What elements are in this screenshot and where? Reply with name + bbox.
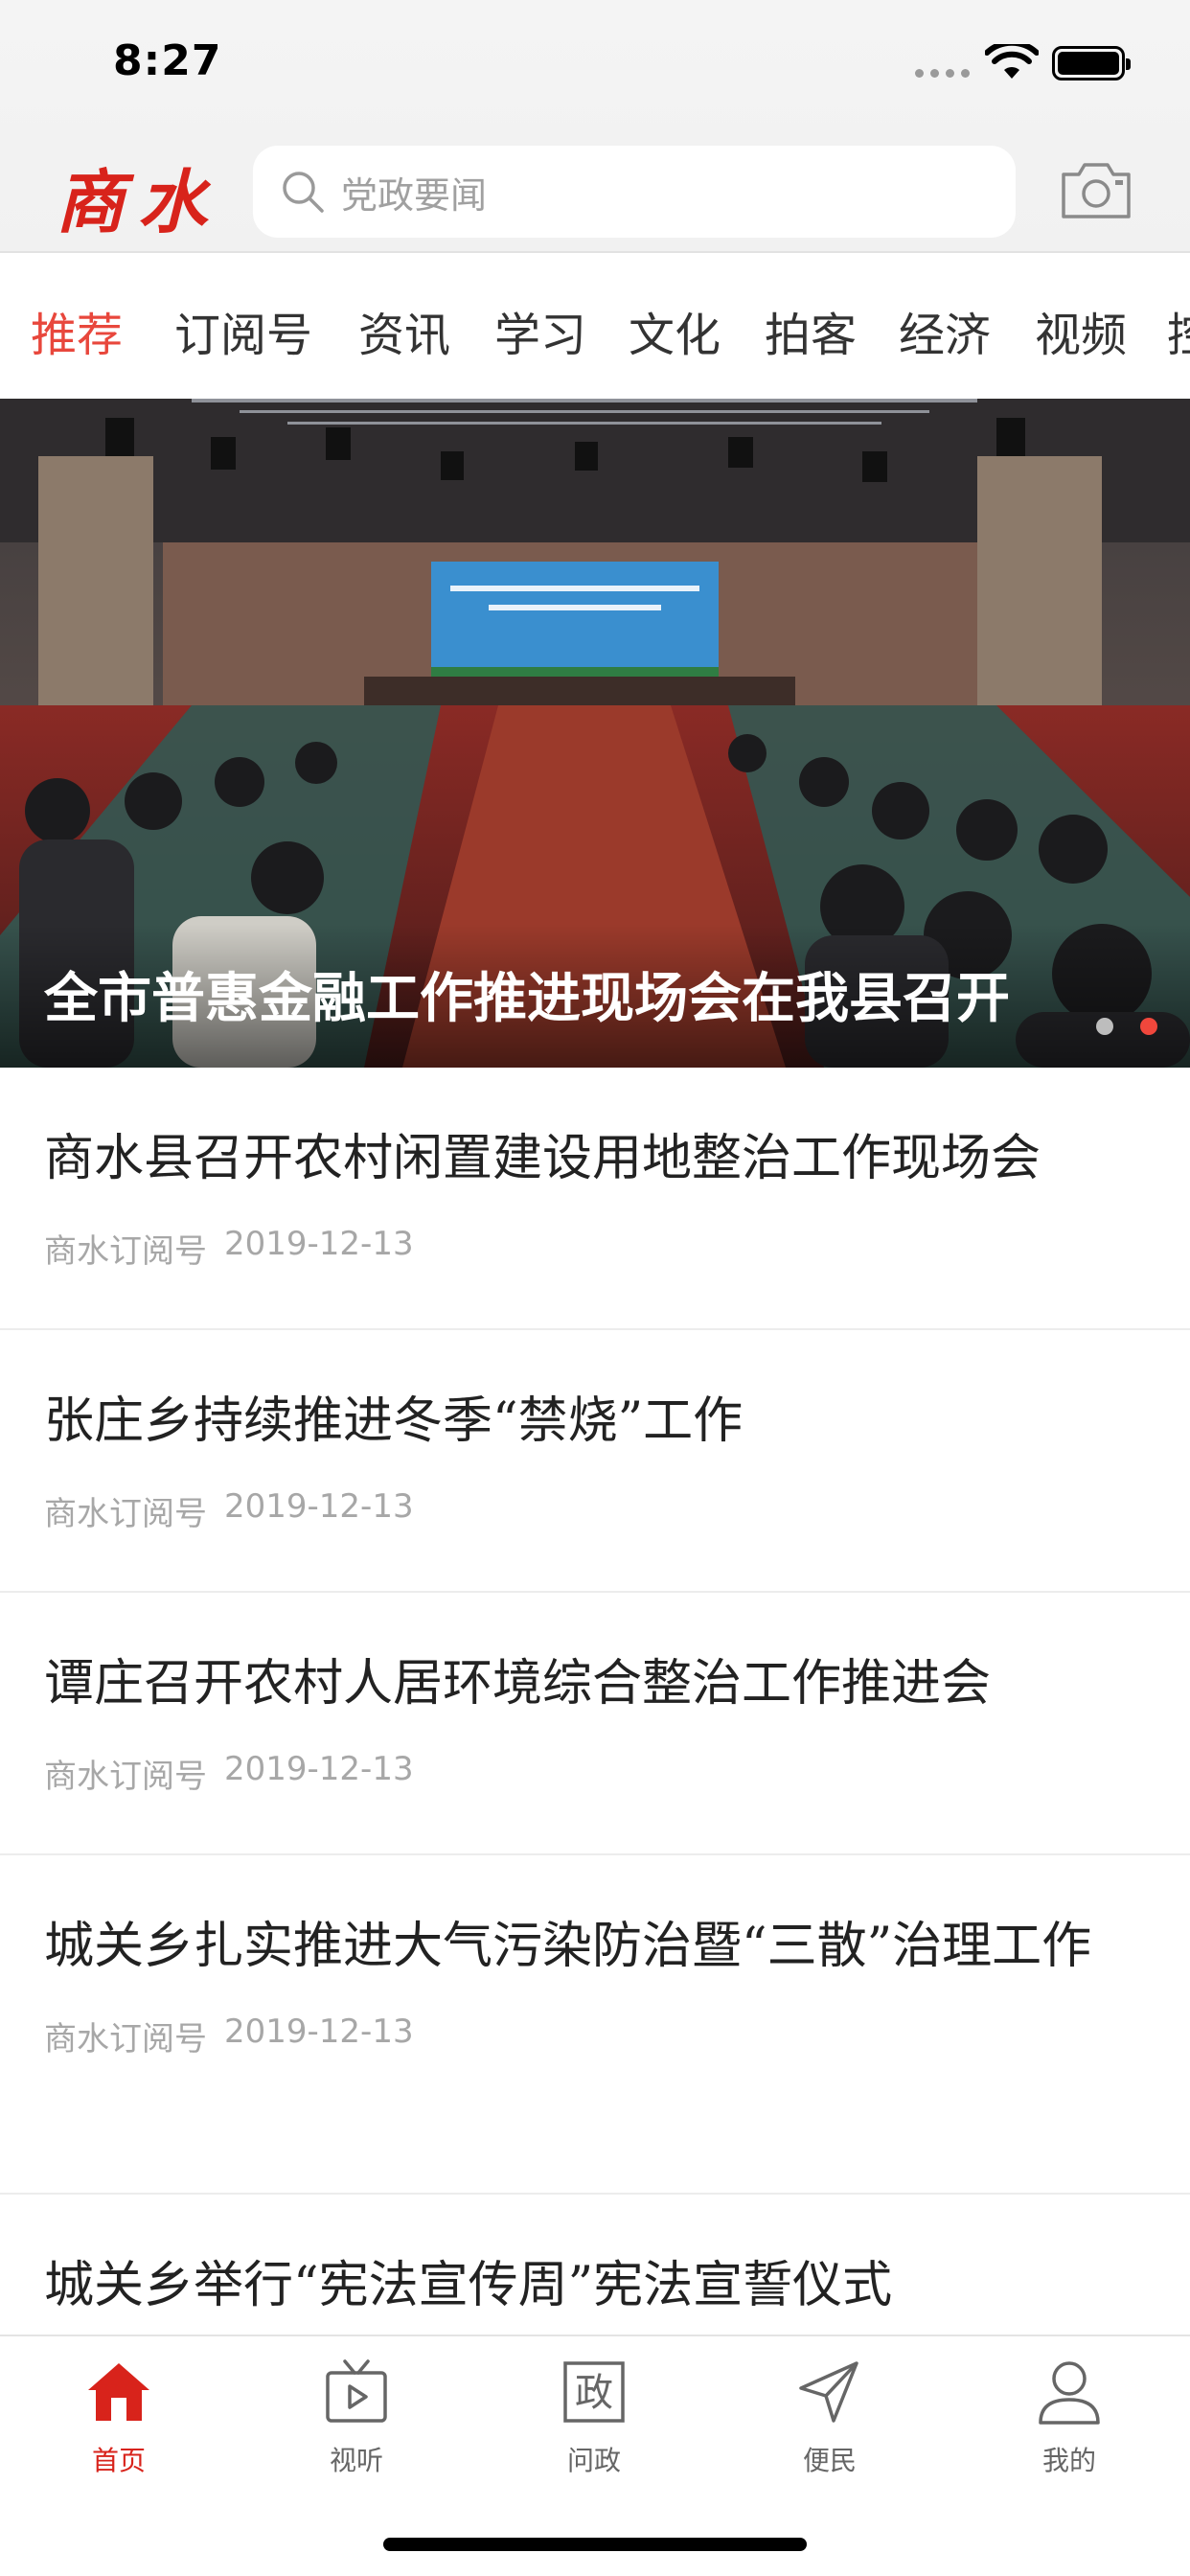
wifi-icon <box>985 44 1039 79</box>
news-date: 2019-12-13 <box>224 1487 414 1526</box>
news-title: 城关乡扎实推进大气污染防治暨“三散”治理工作 <box>44 1918 1092 1975</box>
hero-banner[interactable]: 全市普惠金融工作推进现场会在我县召开 <box>0 399 1190 1068</box>
nav-politics[interactable]: 政 问政 <box>517 2356 671 2478</box>
nav-mine-label: 我的 <box>1041 2445 1096 2476</box>
tab-economy[interactable]: 经济 <box>899 297 991 364</box>
nav-services[interactable]: 便民 <box>753 2356 906 2478</box>
category-tabs: 推荐 订阅号 资讯 学习 文化 拍客 经济 视频 控 <box>0 253 1190 399</box>
hero-title: 全市普惠金融工作推进现场会在我县召开 <box>44 967 1010 1030</box>
carousel-dot[interactable] <box>1096 1018 1113 1035</box>
zheng-icon: 政 <box>563 2361 625 2423</box>
news-source: 商水订阅号 <box>44 1232 207 1271</box>
home-icon <box>88 2363 149 2421</box>
news-item[interactable]: 张庄乡持续推进冬季“禁烧”工作 商水订阅号 2019-12-13 <box>0 1330 1190 1593</box>
user-icon <box>1039 2361 1100 2425</box>
nav-home[interactable]: 首页 <box>42 2356 195 2478</box>
tab-subscriptions[interactable]: 订阅号 <box>174 297 312 364</box>
status-time: 8:27 <box>113 36 222 85</box>
nav-services-label: 便民 <box>802 2445 857 2476</box>
camera-icon[interactable] <box>1060 157 1133 220</box>
news-source: 商水订阅号 <box>44 1495 207 1533</box>
tab-photographer[interactable]: 拍客 <box>765 297 857 364</box>
nav-politics-label: 问政 <box>566 2445 621 2476</box>
nav-media[interactable]: 视听 <box>280 2356 433 2478</box>
news-item[interactable]: 商水县召开农村闲置建设用地整治工作现场会 商水订阅号 2019-12-13 <box>0 1068 1190 1330</box>
news-meta: 商水订阅号 2019-12-13 <box>44 2012 1146 2059</box>
news-list: 商水县召开农村闲置建设用地整治工作现场会 商水订阅号 2019-12-13 张庄… <box>0 1068 1190 2386</box>
battery-icon <box>1052 46 1131 80</box>
carousel-dot-active[interactable] <box>1140 1018 1157 1035</box>
send-icon <box>799 2361 858 2423</box>
tab-news[interactable]: 资讯 <box>358 297 450 364</box>
news-source: 商水订阅号 <box>44 1758 207 1796</box>
nav-home-label: 首页 <box>91 2445 146 2476</box>
news-title: 城关乡举行“宪法宣传周”宪法宣誓仪式 <box>44 2257 893 2314</box>
news-date: 2019-12-13 <box>224 2012 414 2051</box>
search-placeholder: 党政要闻 <box>341 173 488 217</box>
tab-culture[interactable]: 文化 <box>629 297 721 364</box>
news-item[interactable]: 谭庄召开农村人居环境综合整治工作推进会 商水订阅号 2019-12-13 <box>0 1593 1190 1855</box>
search-icon <box>283 172 324 213</box>
top-header: 8:27 商水 党政要闻 <box>0 0 1190 253</box>
news-title: 商水县召开农村闲置建设用地整治工作现场会 <box>44 1130 1041 1187</box>
zheng-glyph: 政 <box>575 2371 613 2415</box>
news-title: 谭庄召开农村人居环境综合整治工作推进会 <box>44 1655 992 1713</box>
tab-recommend[interactable]: 推荐 <box>31 297 123 364</box>
news-source: 商水订阅号 <box>44 2020 207 2058</box>
news-meta: 商水订阅号 2019-12-13 <box>44 1487 1146 1534</box>
app-bar: 商水 党政要闻 <box>0 134 1190 249</box>
news-meta: 商水订阅号 2019-12-13 <box>44 1750 1146 1797</box>
status-bar: 8:27 <box>0 0 1190 96</box>
nav-mine[interactable]: 我的 <box>993 2356 1146 2478</box>
hero-caption: 全市普惠金融工作推进现场会在我县召开 <box>0 924 1190 1068</box>
tv-icon <box>326 2359 387 2423</box>
tab-video[interactable]: 视频 <box>1035 297 1127 364</box>
news-item[interactable]: 城关乡扎实推进大气污染防治暨“三散”治理工作 商水订阅号 2019-12-13 <box>0 1855 1190 2195</box>
carousel-indicator <box>1096 1018 1157 1035</box>
nav-media-label: 视听 <box>329 2445 383 2476</box>
app-logo: 商水 <box>56 161 221 242</box>
news-title: 张庄乡持续推进冬季“禁烧”工作 <box>44 1392 744 1450</box>
news-meta: 商水订阅号 2019-12-13 <box>44 1225 1146 1272</box>
news-date: 2019-12-13 <box>224 1750 414 1788</box>
tab-study[interactable]: 学习 <box>494 297 586 364</box>
home-indicator[interactable] <box>383 2538 807 2551</box>
signal-icon <box>915 69 970 78</box>
news-date: 2019-12-13 <box>224 1225 414 1263</box>
search-input[interactable]: 党政要闻 <box>253 146 1016 238</box>
tab-more[interactable]: 控 <box>1167 297 1190 364</box>
